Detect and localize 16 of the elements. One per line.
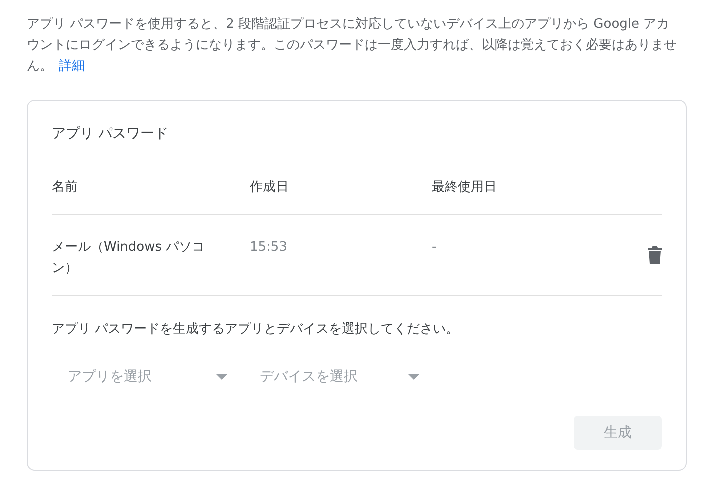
details-link[interactable]: 詳細 [59,59,85,74]
instruction-text: アプリ パスワードを生成するアプリとデバイスを選択してください。 [52,321,460,338]
column-header: 名前 [52,179,79,197]
intro-text: アプリ パスワードを使用すると、2 段階認証プロセスに対応していないデバイス上のアプリから Google アカウントにログインできるようになります。このパスワードは一度入力すれば、以降は覚えておく必要はありません。 詳細 [27,16,677,76]
dropdown[interactable]: デバイスを選択 [244,368,420,386]
caret-icon [408,374,420,380]
table-cell: - [432,214,622,296]
column-header: 作成日 [250,179,290,197]
column-header: 最終使用日 [432,179,498,197]
trash-icon [648,246,662,264]
dropdown[interactable]: アプリを選択 [52,368,228,386]
table-cell: メール（Windows パソコン） [52,214,250,296]
caret-icon [216,374,228,380]
delete-button[interactable] [648,246,662,264]
table-cell: 15:53 [250,214,432,296]
card-title: アプリ パスワード [52,125,170,143]
